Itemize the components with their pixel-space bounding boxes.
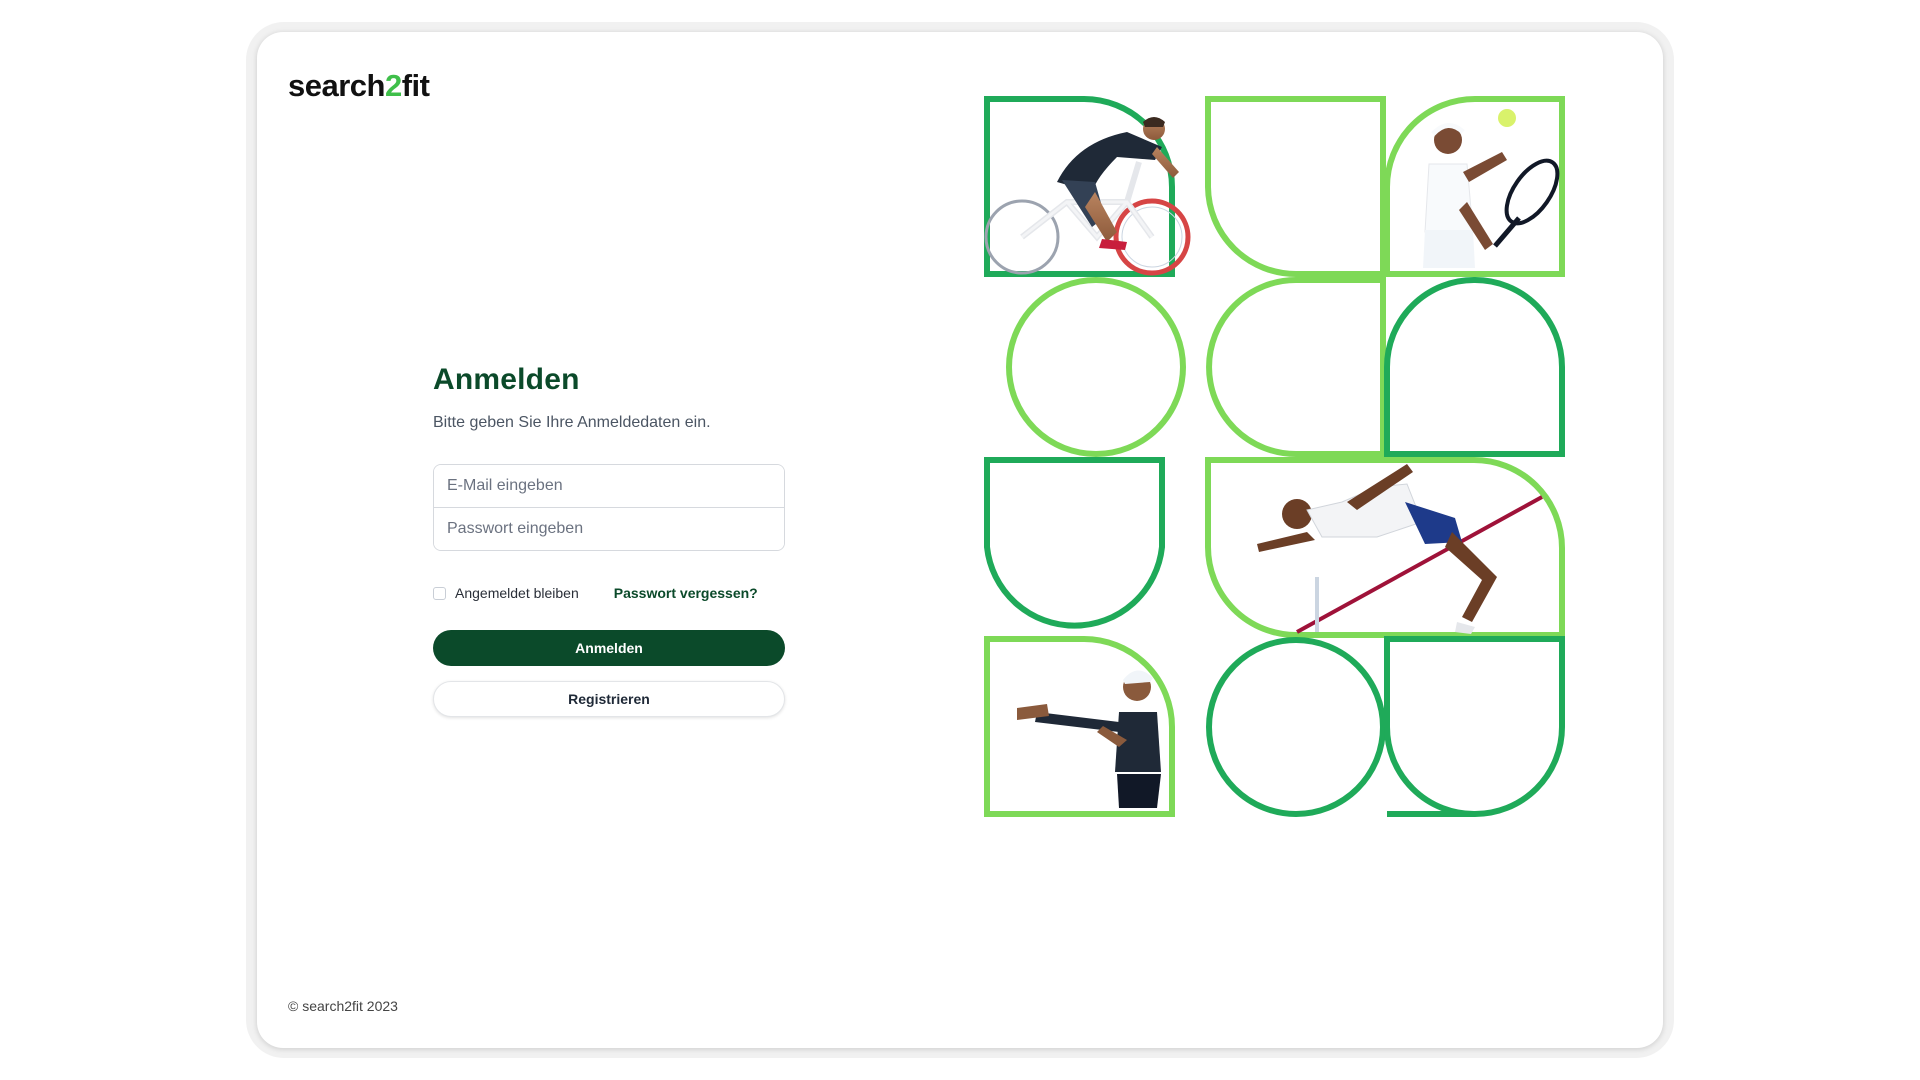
tile-circle-1 <box>1006 277 1186 457</box>
tile-high-jumper <box>1205 456 1565 638</box>
tile-tennis <box>1384 96 1565 277</box>
tile-circle-2 <box>1206 637 1386 817</box>
tile-half-1 <box>1206 277 1386 457</box>
tile-arch-1 <box>1205 96 1386 277</box>
tile-cyclist <box>984 96 1191 277</box>
tile-stretching <box>984 636 1175 817</box>
login-card: search2fit Anmelden Bitte geben Sie Ihre… <box>257 32 1663 1048</box>
tile-arch-4 <box>1384 636 1565 818</box>
sports-gallery <box>984 96 1565 818</box>
tile-arch-3 <box>984 457 1165 629</box>
tile-arch-2 <box>1384 276 1565 457</box>
